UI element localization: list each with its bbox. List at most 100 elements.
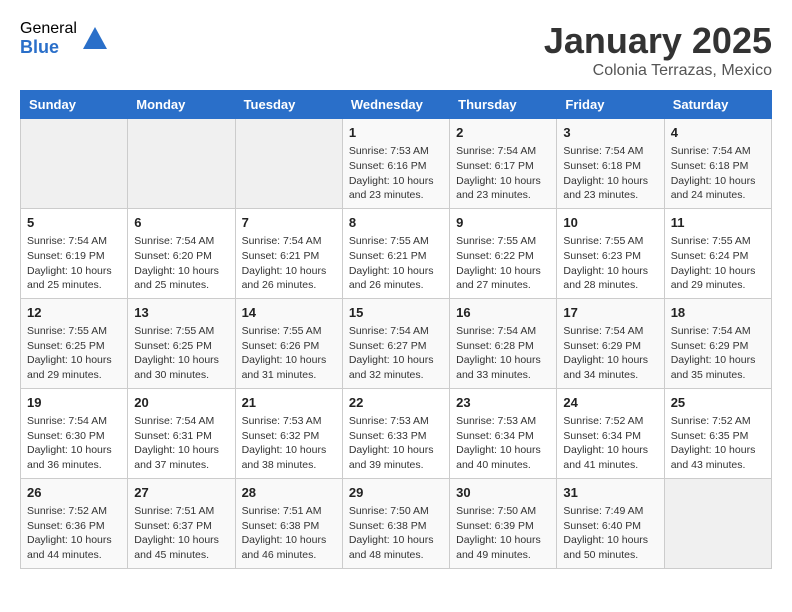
day-info: Sunrise: 7:49 AMSunset: 6:40 PMDaylight:… [563, 504, 657, 563]
day-info: Sunrise: 7:54 AMSunset: 6:27 PMDaylight:… [349, 324, 443, 383]
day-cell: 9 Sunrise: 7:55 AMSunset: 6:22 PMDaylight… [450, 208, 557, 298]
day-cell [235, 119, 342, 209]
col-header-thursday: Thursday [450, 91, 557, 119]
day-cell: 21 Sunrise: 7:53 AMSunset: 6:32 PMDayligh… [235, 388, 342, 478]
day-info: Sunrise: 7:52 AMSunset: 6:35 PMDaylight:… [671, 414, 765, 473]
day-info: Sunrise: 7:53 AMSunset: 6:34 PMDaylight:… [456, 414, 550, 473]
col-header-wednesday: Wednesday [342, 91, 449, 119]
day-cell: 30Sunrise: 7:50 AMSunset: 6:39 PMDayligh… [450, 478, 557, 568]
day-number: 15 [349, 304, 443, 322]
day-info: Sunrise: 7:54 AMSunset: 6:19 PMDaylight:… [27, 234, 121, 293]
day-number: 9 [456, 214, 550, 232]
day-cell: 17Sunrise: 7:54 AMSunset: 6:29 PMDayligh… [557, 298, 664, 388]
day-cell: 15 Sunrise: 7:54 AMSunset: 6:27 PMDayligh… [342, 298, 449, 388]
day-cell: 28 Sunrise: 7:51 AMSunset: 6:38 PMDayligh… [235, 478, 342, 568]
day-cell: 27 Sunrise: 7:51 AMSunset: 6:37 PMDayligh… [128, 478, 235, 568]
day-info: Sunrise: 7:50 AMSunset: 6:39 PMDaylight:… [456, 504, 550, 563]
day-number: 13 [134, 304, 228, 322]
day-info: Sunrise: 7:54 AMSunset: 6:17 PMDaylight:… [456, 144, 550, 203]
col-header-saturday: Saturday [664, 91, 771, 119]
col-header-friday: Friday [557, 91, 664, 119]
day-info: Sunrise: 7:54 AMSunset: 6:28 PMDaylight:… [456, 324, 550, 383]
day-number: 26 [27, 484, 121, 502]
day-info: Sunrise: 7:55 AMSunset: 6:22 PMDaylight:… [456, 234, 550, 293]
header-row: SundayMondayTuesdayWednesdayThursdayFrid… [21, 91, 772, 119]
logo-icon [81, 25, 109, 53]
day-number: 14 [242, 304, 336, 322]
day-cell: 19 Sunrise: 7:54 AMSunset: 6:30 PMDayligh… [21, 388, 128, 478]
day-cell: 2 Sunrise: 7:54 AMSunset: 6:17 PMDaylight… [450, 119, 557, 209]
logo-general: General [20, 20, 77, 38]
day-number: 27 [134, 484, 228, 502]
day-cell: 22Sunrise: 7:53 AMSunset: 6:33 PMDayligh… [342, 388, 449, 478]
week-row-4: 26 Sunrise: 7:52 AMSunset: 6:36 PMDayligh… [21, 478, 772, 568]
week-row-0: 1 Sunrise: 7:53 AMSunset: 6:16 PMDaylight… [21, 119, 772, 209]
day-info: Sunrise: 7:55 AMSunset: 6:25 PMDaylight:… [134, 324, 228, 383]
day-info: Sunrise: 7:54 AMSunset: 6:18 PMDaylight:… [671, 144, 765, 203]
col-header-monday: Monday [128, 91, 235, 119]
day-number: 25 [671, 394, 765, 412]
day-number: 4 [671, 124, 765, 142]
day-cell: 23 Sunrise: 7:53 AMSunset: 6:34 PMDayligh… [450, 388, 557, 478]
month-title: January 2025 [544, 20, 772, 62]
page-header: General Blue January 2025 Colonia Terraz… [20, 20, 772, 80]
day-number: 31 [563, 484, 657, 502]
day-cell: 26 Sunrise: 7:52 AMSunset: 6:36 PMDayligh… [21, 478, 128, 568]
day-cell: 31 Sunrise: 7:49 AMSunset: 6:40 PMDayligh… [557, 478, 664, 568]
calendar-table: SundayMondayTuesdayWednesdayThursdayFrid… [20, 90, 772, 569]
day-info: Sunrise: 7:54 AMSunset: 6:31 PMDaylight:… [134, 414, 228, 473]
day-number: 20 [134, 394, 228, 412]
day-info: Sunrise: 7:52 AMSunset: 6:36 PMDaylight:… [27, 504, 121, 563]
day-number: 24 [563, 394, 657, 412]
day-cell: 13 Sunrise: 7:55 AMSunset: 6:25 PMDayligh… [128, 298, 235, 388]
day-number: 5 [27, 214, 121, 232]
day-info: Sunrise: 7:54 AMSunset: 6:21 PMDaylight:… [242, 234, 336, 293]
day-cell: 16 Sunrise: 7:54 AMSunset: 6:28 PMDayligh… [450, 298, 557, 388]
day-number: 19 [27, 394, 121, 412]
day-info: Sunrise: 7:50 AMSunset: 6:38 PMDaylight:… [349, 504, 443, 563]
day-number: 23 [456, 394, 550, 412]
day-cell: 6 Sunrise: 7:54 AMSunset: 6:20 PMDaylight… [128, 208, 235, 298]
day-number: 12 [27, 304, 121, 322]
day-cell: 10 Sunrise: 7:55 AMSunset: 6:23 PMDayligh… [557, 208, 664, 298]
day-info: Sunrise: 7:55 AMSunset: 6:23 PMDaylight:… [563, 234, 657, 293]
day-number: 16 [456, 304, 550, 322]
day-cell: 29Sunrise: 7:50 AMSunset: 6:38 PMDayligh… [342, 478, 449, 568]
day-cell [128, 119, 235, 209]
logo: General Blue [20, 20, 109, 57]
day-info: Sunrise: 7:54 AMSunset: 6:18 PMDaylight:… [563, 144, 657, 203]
day-info: Sunrise: 7:55 AMSunset: 6:24 PMDaylight:… [671, 234, 765, 293]
day-number: 2 [456, 124, 550, 142]
day-cell: 18Sunrise: 7:54 AMSunset: 6:29 PMDayligh… [664, 298, 771, 388]
day-info: Sunrise: 7:51 AMSunset: 6:38 PMDaylight:… [242, 504, 336, 563]
week-row-3: 19 Sunrise: 7:54 AMSunset: 6:30 PMDayligh… [21, 388, 772, 478]
title-block: January 2025 Colonia Terrazas, Mexico [544, 20, 772, 80]
day-cell: 24 Sunrise: 7:52 AMSunset: 6:34 PMDayligh… [557, 388, 664, 478]
day-info: Sunrise: 7:54 AMSunset: 6:29 PMDaylight:… [563, 324, 657, 383]
day-cell: 3Sunrise: 7:54 AMSunset: 6:18 PMDaylight… [557, 119, 664, 209]
day-number: 7 [242, 214, 336, 232]
day-number: 1 [349, 124, 443, 142]
day-number: 21 [242, 394, 336, 412]
day-cell: 12Sunrise: 7:55 AMSunset: 6:25 PMDayligh… [21, 298, 128, 388]
day-info: Sunrise: 7:53 AMSunset: 6:16 PMDaylight:… [349, 144, 443, 203]
day-number: 18 [671, 304, 765, 322]
day-number: 10 [563, 214, 657, 232]
day-number: 28 [242, 484, 336, 502]
day-info: Sunrise: 7:54 AMSunset: 6:30 PMDaylight:… [27, 414, 121, 473]
day-cell: 5 Sunrise: 7:54 AMSunset: 6:19 PMDaylight… [21, 208, 128, 298]
day-info: Sunrise: 7:52 AMSunset: 6:34 PMDaylight:… [563, 414, 657, 473]
week-row-2: 12 Sunrise: 7:55 AMSunset: 6:25 PMDayligh… [21, 298, 772, 388]
day-cell: 1 Sunrise: 7:53 AMSunset: 6:16 PMDaylight… [342, 119, 449, 209]
day-number: 6 [134, 214, 228, 232]
day-info: Sunrise: 7:53 AMSunset: 6:32 PMDaylight:… [242, 414, 336, 473]
day-info: Sunrise: 7:55 AMSunset: 6:26 PMDaylight:… [242, 324, 336, 383]
week-row-1: 5 Sunrise: 7:54 AMSunset: 6:19 PMDaylight… [21, 208, 772, 298]
day-cell: 8Sunrise: 7:55 AMSunset: 6:21 PMDaylight… [342, 208, 449, 298]
location-subtitle: Colonia Terrazas, Mexico [544, 62, 772, 80]
day-info: Sunrise: 7:53 AMSunset: 6:33 PMDaylight:… [349, 414, 443, 473]
day-info: Sunrise: 7:54 AMSunset: 6:20 PMDaylight:… [134, 234, 228, 293]
day-cell: 4 Sunrise: 7:54 AMSunset: 6:18 PMDaylight… [664, 119, 771, 209]
col-header-tuesday: Tuesday [235, 91, 342, 119]
day-info: Sunrise: 7:51 AMSunset: 6:37 PMDaylight:… [134, 504, 228, 563]
